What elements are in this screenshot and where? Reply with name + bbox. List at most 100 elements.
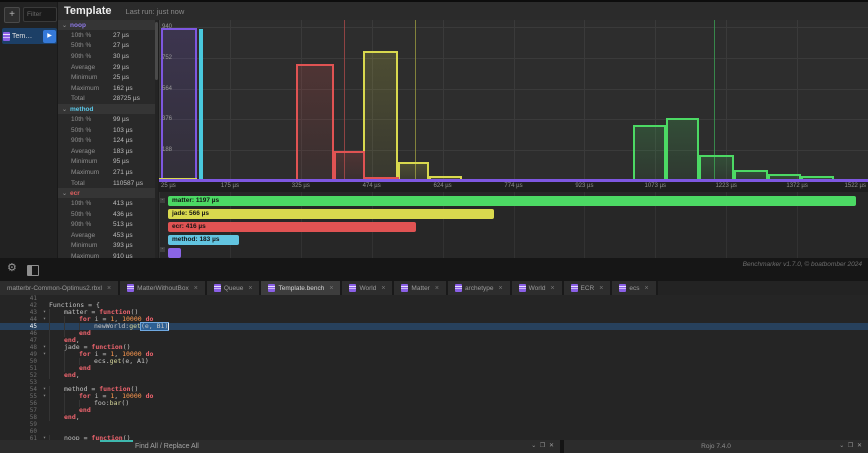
fold-spacer xyxy=(40,379,49,386)
stat-row: 10th %27 µs xyxy=(58,30,158,41)
gutter-margin xyxy=(0,400,22,407)
fold-spacer xyxy=(40,421,49,428)
stat-label: Minimum xyxy=(58,242,113,249)
indent-guide xyxy=(49,386,64,393)
fold-spacer xyxy=(40,428,49,435)
tab-world[interactable]: World × xyxy=(342,281,394,295)
legend-scroll-up[interactable]: - xyxy=(160,198,165,203)
tab-world[interactable]: World × xyxy=(512,281,564,295)
fold-arrow-icon[interactable]: ▾ xyxy=(40,344,49,351)
stat-label: 50th % xyxy=(58,127,113,134)
stat-label: 50th % xyxy=(58,211,113,218)
line-number: 48 xyxy=(22,344,40,351)
filter-input[interactable]: Filter xyxy=(23,7,57,22)
tab-template-bench[interactable]: Template.bench × xyxy=(261,281,342,295)
stats-section-header-noop[interactable]: ⌄noop xyxy=(58,20,158,30)
fold-arrow-icon[interactable]: ▾ xyxy=(40,309,49,316)
gutter-margin xyxy=(0,323,22,330)
code-line: 51end xyxy=(0,365,868,372)
add-benchmark-button[interactable]: + xyxy=(4,7,20,23)
stat-row: Maximum162 µs xyxy=(58,83,158,94)
fold-arrow-icon[interactable]: ▾ xyxy=(40,386,49,393)
line-number: 58 xyxy=(22,414,40,421)
tab-ecs[interactable]: ecs× xyxy=(612,281,657,295)
fold-arrow-icon[interactable]: ▾ xyxy=(40,393,49,400)
indent-guide xyxy=(49,414,64,421)
gridline-vertical xyxy=(584,20,585,182)
panel-controls-icons[interactable]: ⌄ ❐ ✕ xyxy=(531,440,555,453)
stat-value: 413 µs xyxy=(113,200,133,207)
stat-value: 29 µs xyxy=(113,64,129,71)
close-icon[interactable]: × xyxy=(329,285,333,292)
indent-guide xyxy=(49,351,64,358)
stats-scrollbar-thumb[interactable] xyxy=(155,22,158,80)
x-tick-label: 1522 µs xyxy=(845,183,866,189)
indent-guide xyxy=(49,372,64,379)
indent-guide xyxy=(49,365,64,372)
code-text: ecs.get(e, A1) xyxy=(49,358,149,365)
code-line: 41 xyxy=(0,295,868,302)
stats-section-name: noop xyxy=(70,22,86,29)
run-benchmark-button[interactable]: ▶ xyxy=(43,30,56,43)
stats-section-name: ecr xyxy=(70,190,80,197)
tab-matterbr-common-optimus2-rbxl[interactable]: matterbr-Common-Optimus2.rbxl× xyxy=(0,281,120,295)
stat-label: 90th % xyxy=(58,221,113,228)
fold-spacer xyxy=(40,372,49,379)
settings-gear-icon[interactable]: ⚙ xyxy=(7,261,17,274)
stats-section-header-ecr[interactable]: ⌄ecr xyxy=(58,188,158,198)
fold-arrow-icon[interactable]: ▾ xyxy=(40,351,49,358)
close-icon[interactable]: × xyxy=(644,285,648,292)
benchmark-panel: + Filter Tem… ▶ Template Last run: just … xyxy=(0,0,868,260)
panel-controls-icons[interactable]: ⌄ ❐ ✕ xyxy=(839,440,863,453)
stat-label: Maximum xyxy=(58,85,113,92)
indent-guide xyxy=(49,400,64,407)
tab-label: Template.bench xyxy=(278,285,324,292)
tab-label: World xyxy=(359,285,376,292)
line-number: 54 xyxy=(22,386,40,393)
plugins-icon[interactable] xyxy=(27,265,39,276)
gutter-margin xyxy=(0,309,22,316)
close-icon[interactable]: × xyxy=(550,285,554,292)
stat-row: Average453 µs xyxy=(58,230,158,241)
stats-section-header-method[interactable]: ⌄method xyxy=(58,104,158,114)
tab-archetype[interactable]: archetype× xyxy=(448,281,512,295)
stat-row: 50th %436 µs xyxy=(58,209,158,220)
tab-matter[interactable]: Matter× xyxy=(394,281,448,295)
tab-label: World xyxy=(529,285,546,292)
benchmark-item-template[interactable]: Tem… ▶ xyxy=(2,28,57,44)
fold-spacer xyxy=(40,302,49,309)
close-icon[interactable]: × xyxy=(599,285,603,292)
code-editor[interactable]: 4142Functions = {43▾matter = function()4… xyxy=(0,295,868,440)
stat-value: 110587 µs xyxy=(113,180,143,187)
fold-spacer xyxy=(40,295,49,302)
histogram-bin-ecr xyxy=(296,64,334,182)
chevron-down-icon: ⌄ xyxy=(62,22,67,29)
stats-scrollbar[interactable] xyxy=(155,20,158,260)
x-tick-label: 325 µs xyxy=(292,183,310,189)
line-number: 50 xyxy=(22,358,40,365)
stat-label: Maximum xyxy=(58,169,113,176)
stat-row: 50th %103 µs xyxy=(58,125,158,136)
close-icon[interactable]: × xyxy=(498,285,502,292)
stat-label: Average xyxy=(58,148,113,155)
gridline-horizontal xyxy=(159,89,868,90)
close-icon[interactable]: × xyxy=(435,285,439,292)
legend-bar-method: method: 183 µs xyxy=(168,235,239,245)
tab-matterwithoutbox[interactable]: MatterWithoutBox× xyxy=(120,281,207,295)
close-icon[interactable]: × xyxy=(194,285,198,292)
tab-queue[interactable]: Queue× xyxy=(207,281,262,295)
legend-bar-ecr: ecr: 416 µs xyxy=(168,222,416,232)
line-number: 43 xyxy=(22,309,40,316)
tab-ecr[interactable]: ECR× xyxy=(564,281,613,295)
stat-value: 393 µs xyxy=(113,242,133,249)
fold-arrow-icon[interactable]: ▾ xyxy=(40,316,49,323)
stat-value: 453 µs xyxy=(113,232,133,239)
close-icon[interactable]: × xyxy=(107,285,111,292)
close-icon[interactable]: × xyxy=(248,285,252,292)
legend-scroll-down[interactable]: - xyxy=(160,247,165,252)
close-icon[interactable]: × xyxy=(381,285,385,292)
code-line: 55▾for i = 1, 10000 do xyxy=(0,393,868,400)
token: bar xyxy=(110,400,122,407)
line-number: 42 xyxy=(22,302,40,309)
stats-section-name: method xyxy=(70,106,93,113)
